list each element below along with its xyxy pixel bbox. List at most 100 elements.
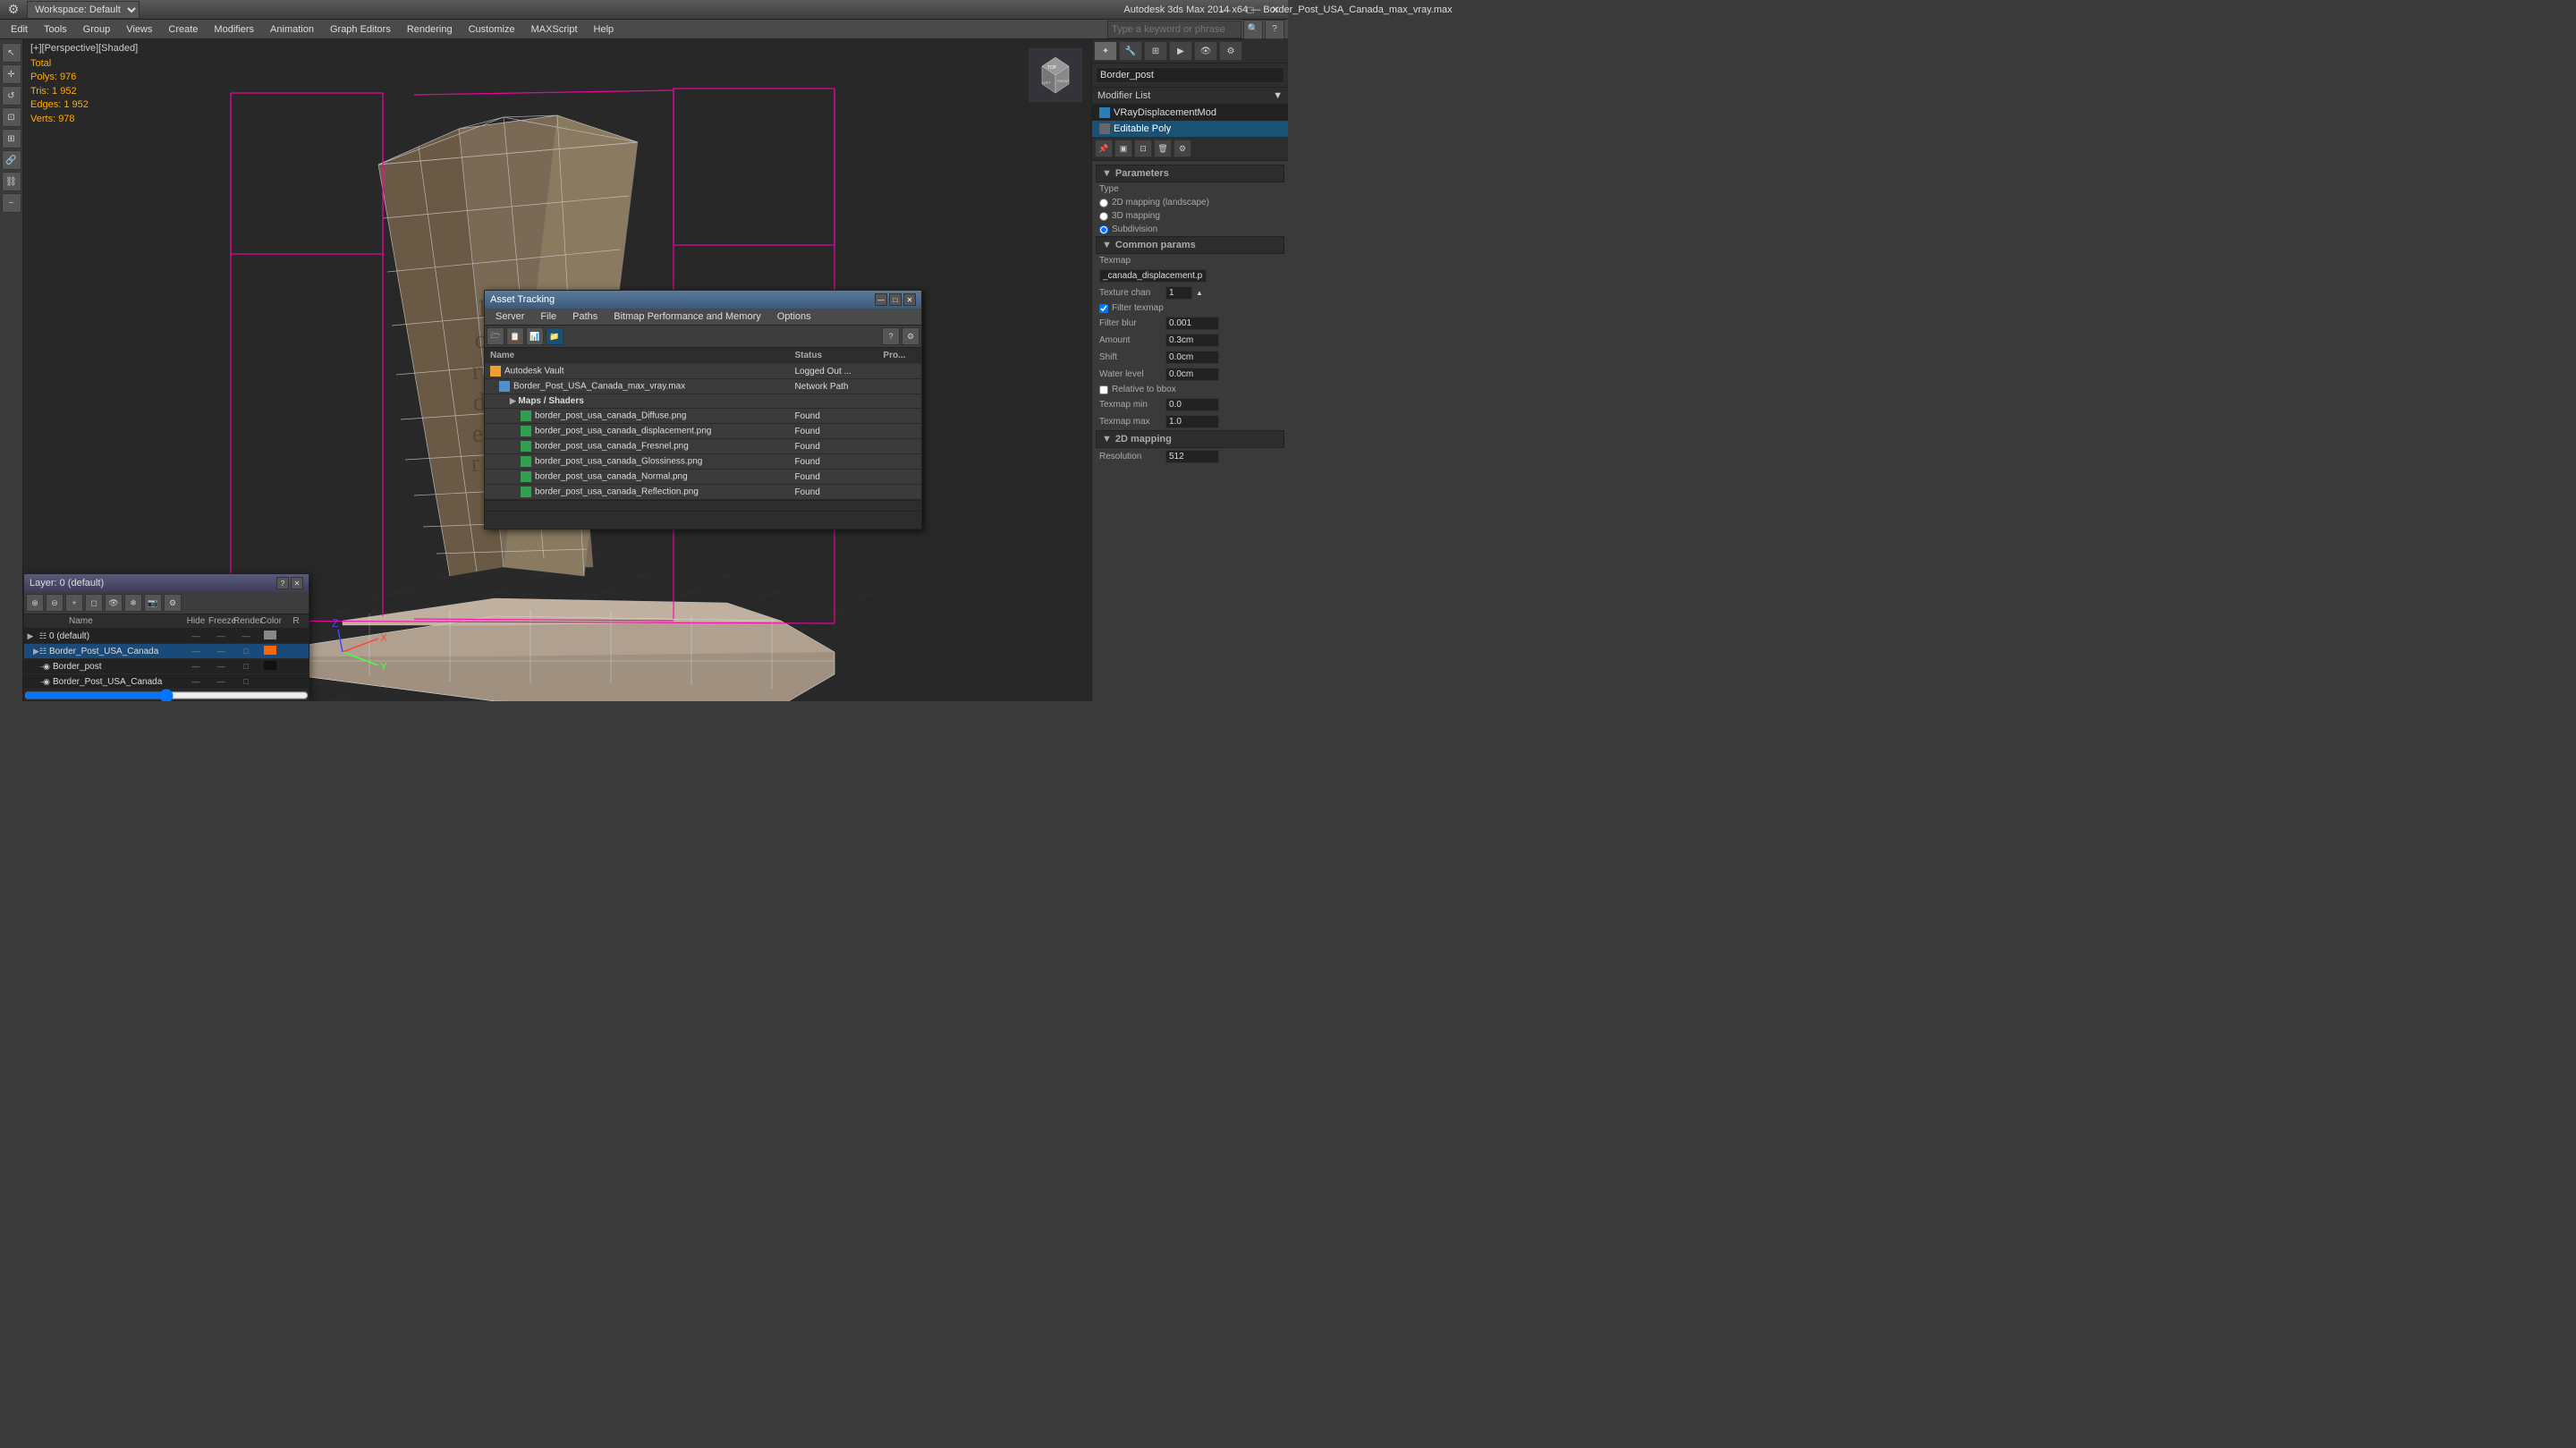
amount-input[interactable] [1165,334,1219,347]
bind-space-warp[interactable]: ~ [2,193,21,213]
table-row[interactable]: border_post_usa_canada_Diffuse.png Found [485,409,921,424]
menu-group[interactable]: Group [76,22,118,37]
common-params-header[interactable]: ▼ Common params [1096,236,1284,254]
render-cell[interactable]: □ [233,647,258,656]
visibility-icon[interactable]: ☷ [37,631,49,641]
at-menu-server[interactable]: Server [488,309,531,324]
snap-tool[interactable]: ⊞ [2,129,21,148]
lp-new-layer[interactable]: ⊕ [26,594,44,612]
lp-scroll-input[interactable] [24,690,309,700]
lp-close[interactable]: ✕ [291,577,303,589]
shift-input[interactable] [1165,351,1219,364]
menu-tools[interactable]: Tools [37,22,74,37]
table-row[interactable]: Border_Post_USA_Canada_max_vray.max Netw… [485,379,921,394]
scale-tool[interactable]: ⊡ [2,107,21,127]
texture-chan-spinner-up[interactable]: ▲ [1196,289,1203,297]
table-row[interactable]: border_post_usa_canada_Glossiness.png Fo… [485,454,921,470]
filter-blur-input[interactable] [1165,317,1219,330]
viewport-cube[interactable]: TOP LEFT FRONT [1029,48,1082,102]
configure[interactable]: ⚙ [1174,140,1191,157]
hide-cell[interactable]: — [183,647,208,656]
freeze-cell[interactable]: — [208,662,233,671]
type-3d-radio[interactable] [1099,212,1108,221]
table-row[interactable]: border_post_usa_canada_Fresnel.png Found [485,439,921,454]
table-row[interactable]: Autodesk Vault Logged Out ... [485,364,921,379]
table-row[interactable]: ▶ Maps / Shaders [485,394,921,409]
visibility-icon[interactable]: ☷ [37,647,49,656]
show-all[interactable]: ⊡ [1134,140,1152,157]
list-item[interactable]: VRayDisplacementMod [1092,105,1288,121]
move-tool[interactable]: ✛ [2,64,21,84]
list-item[interactable]: Editable Poly [1092,121,1288,137]
menu-help[interactable]: Help [587,22,622,37]
pin-stack[interactable]: 📌 [1095,140,1113,157]
rp-tab-utilities[interactable]: ⚙ [1219,41,1242,61]
freeze-cell[interactable]: — [208,631,233,640]
texmap-min-input[interactable] [1165,398,1219,411]
water-level-input[interactable] [1165,368,1219,381]
link-tool[interactable]: 🔗 [2,150,21,170]
at-tb-settings[interactable]: ⚙ [902,327,919,345]
menu-maxscript[interactable]: MAXScript [524,22,585,37]
list-item[interactable]: ▶ ☷ Border_Post_USA_Canada — — □ [24,644,309,659]
expand-icon[interactable]: — [24,677,40,686]
texmap-input[interactable] [1099,269,1207,283]
texture-chan-input[interactable] [1165,286,1192,300]
render-cell[interactable]: □ [233,677,258,686]
workspace-dropdown[interactable]: Workspace: Default [27,1,140,19]
help-search-input[interactable] [1107,21,1241,38]
search-button[interactable]: 🔍 [1243,20,1263,39]
rotate-tool[interactable]: ↺ [2,86,21,106]
rp-tab-modify[interactable]: 🔧 [1119,41,1142,61]
lp-help[interactable]: ? [276,577,289,589]
expand-icon[interactable]: ▶ [24,647,37,656]
help-button[interactable]: ? [1265,20,1284,39]
at-tb-1[interactable]: 🗁 [487,327,504,345]
menu-customize[interactable]: Customize [462,22,522,37]
visibility-icon[interactable]: ◉ [40,677,53,687]
at-menu-paths[interactable]: Paths [565,309,605,324]
at-tb-4[interactable]: 📁 [546,327,564,345]
lp-render-all[interactable]: 📷 [144,594,162,612]
filter-texmap-check[interactable] [1099,304,1108,313]
table-row[interactable]: border_post_usa_canada_Reflection.png Fo… [485,485,921,500]
object-name-input[interactable] [1096,67,1284,83]
rp-tab-motion[interactable]: ▶ [1169,41,1192,61]
at-scrollbar[interactable] [485,500,921,511]
at-menu-options[interactable]: Options [770,309,818,324]
render-cell[interactable]: — [233,631,258,640]
select-tool[interactable]: ↖ [2,43,21,63]
at-maximize[interactable]: □ [889,293,902,306]
resolution-input[interactable] [1165,450,1219,463]
hide-cell[interactable]: — [183,631,208,640]
unlink-tool[interactable]: ⛓ [2,172,21,191]
color-cell[interactable] [258,631,284,641]
viewport[interactable]: [+][Perspective][Shaded] Total Polys: 97… [23,39,1091,701]
freeze-cell[interactable]: — [208,647,233,656]
hide-cell[interactable]: — [183,677,208,686]
at-tb-2[interactable]: 📋 [506,327,524,345]
at-menu-file[interactable]: File [533,309,564,324]
list-item[interactable]: — ◉ Border_Post_USA_Canada — — □ [24,674,309,690]
menu-animation[interactable]: Animation [263,22,321,37]
lp-add-selection[interactable]: + [65,594,83,612]
type-subdiv-radio[interactable] [1099,225,1108,234]
lp-scrollbar[interactable] [24,690,309,700]
texmap-max-input[interactable] [1165,415,1219,428]
lp-freeze-all[interactable]: ❄ [124,594,142,612]
at-tb-help[interactable]: ? [882,327,900,345]
lp-select-objects[interactable]: ◻ [85,594,103,612]
show-end[interactable]: ▣ [1114,140,1132,157]
relative-bbox-check[interactable] [1099,385,1108,394]
menu-edit[interactable]: Edit [4,22,35,37]
remove-modifier[interactable]: 🗑 [1154,140,1172,157]
hide-cell[interactable]: — [183,662,208,671]
lp-settings[interactable]: ⚙ [164,594,182,612]
visibility-icon[interactable]: ◉ [40,662,53,672]
list-item[interactable]: — ◉ Border_post — — □ [24,659,309,674]
color-cell[interactable] [258,676,284,687]
at-close[interactable]: ✕ [903,293,916,306]
color-cell[interactable] [258,646,284,656]
expand-icon[interactable]: — [24,662,40,671]
at-minimize[interactable]: — [875,293,887,306]
